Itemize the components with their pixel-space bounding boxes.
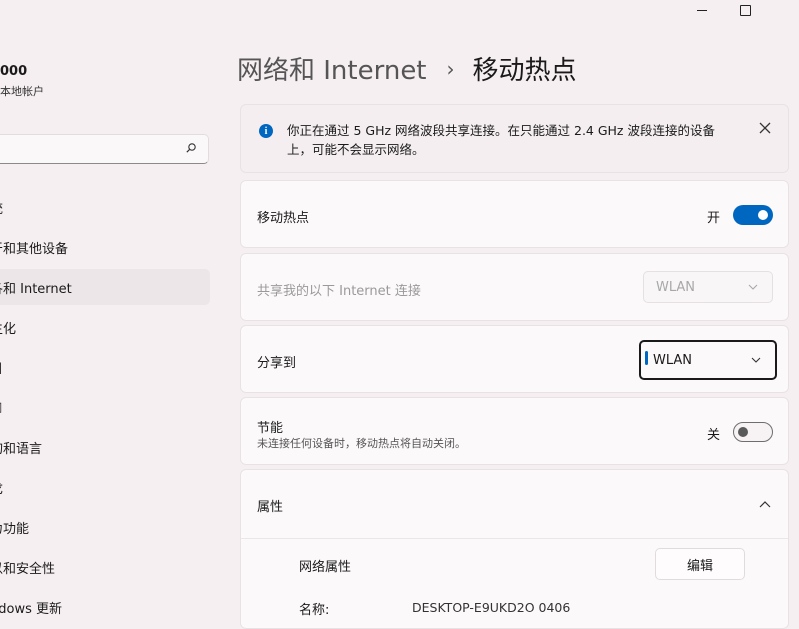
info-bar: i 你正在通过 5 GHz 网络波段共享连接。在只能通过 2.4 GHz 波段连… — [240, 104, 789, 173]
share-from-row: 共享我的以下 Internet 连接 WLAN — [240, 253, 789, 321]
power-saving-state-text: 关 — [707, 428, 721, 443]
network-properties-label: 网络属性 — [299, 560, 352, 575]
sidebar-item-label: 力功能 — [0, 521, 30, 537]
maximize-button[interactable] — [725, 0, 765, 20]
sidebar-item-label: 各和 Internet — [0, 281, 72, 297]
network-name-label: 名称: — [299, 603, 330, 618]
power-saving-toggle[interactable] — [733, 422, 773, 442]
toggle-knob — [738, 427, 748, 437]
sidebar-item[interactable]: 旬和语言 — [0, 429, 210, 465]
properties-section: 属性 网络属性 编辑 名称: DESKTOP-E9UKD2O 0406 — [240, 469, 789, 629]
sidebar-item[interactable]: 以和安全性 — [0, 549, 210, 585]
maximize-icon — [739, 4, 751, 16]
minimize-button[interactable] — [682, 0, 722, 20]
sidebar-item-label: 目 — [0, 358, 3, 377]
page-title: 网络和 Internet › 移动热点 — [237, 50, 577, 87]
sidebar-item-label: 生化 — [0, 321, 17, 337]
share-to-value: WLAN — [653, 352, 693, 368]
sidebar-item[interactable]: □ — [0, 389, 210, 425]
breadcrumb-network-internet[interactable]: 网络和 Internet — [237, 50, 427, 87]
sidebar-item[interactable]: 统 — [0, 189, 210, 225]
share-to-select[interactable]: WLAN — [639, 340, 777, 380]
chevron-down-icon — [751, 357, 761, 363]
sidebar-item[interactable]: 力功能 — [0, 509, 210, 545]
sidebar-item[interactable]: 牙和其他设备 — [0, 229, 210, 265]
info-icon: i — [259, 124, 273, 138]
edit-button[interactable]: 编辑 — [655, 548, 745, 580]
sidebar-item[interactable]: 目 — [0, 349, 210, 385]
share-to-label: 分享到 — [257, 356, 297, 371]
power-saving-label: 节能 — [257, 421, 284, 436]
chevron-up-icon[interactable] — [759, 500, 771, 508]
selection-accent — [645, 351, 648, 365]
power-saving-row: 节能 未连接任何设备时，移动热点将自动关闭。 关 — [240, 397, 789, 465]
info-text: 你正在通过 5 GHz 网络波段共享连接。在只能通过 2.4 GHz 波段连接的… — [287, 123, 715, 157]
sidebar-item-label: 以和安全性 — [0, 561, 56, 577]
sidebar-item-label: 牙和其他设备 — [0, 241, 69, 257]
chevron-down-icon — [748, 284, 758, 290]
sidebar-item-label: 旬和语言 — [0, 441, 43, 457]
hotspot-toggle[interactable] — [733, 205, 773, 225]
toggle-knob — [758, 210, 768, 220]
network-name-value: DESKTOP-E9UKD2O 0406 — [412, 600, 571, 615]
minimize-icon — [697, 9, 707, 11]
sidebar-item[interactable]: 生化 — [0, 309, 210, 345]
share-from-value: WLAN — [656, 279, 696, 295]
sidebar-item[interactable]: 戈 — [0, 469, 210, 505]
hotspot-row: 移动热点 开 — [240, 180, 789, 248]
hotspot-label: 移动热点 — [257, 211, 310, 226]
user-account-type: 本地帐户 — [0, 85, 44, 98]
sidebar-item-label: 统 — [0, 198, 3, 217]
share-from-label: 共享我的以下 Internet 连接 — [257, 284, 421, 299]
breadcrumb-current: 移动热点 — [472, 56, 577, 86]
share-from-select[interactable]: WLAN — [643, 271, 773, 303]
search-input[interactable] — [0, 134, 209, 164]
hotspot-state-text: 开 — [707, 211, 721, 226]
properties-label: 属性 — [257, 500, 284, 515]
sidebar-item-label: 戈 — [0, 478, 3, 497]
breadcrumb-separator: › — [446, 56, 455, 81]
user-name: 000 — [0, 64, 28, 79]
close-icon[interactable] — [758, 121, 772, 135]
sidebar-item[interactable]: 各和 Internet — [0, 269, 210, 305]
sidebar-item[interactable]: ndows 更新 — [0, 589, 210, 625]
share-to-row: 分享到 WLAN — [240, 325, 789, 393]
divider — [241, 538, 788, 539]
search-icon — [186, 143, 196, 153]
power-saving-description: 未连接任何设备时，移动热点将自动关闭。 — [257, 437, 466, 450]
sidebar-item-label: □ — [0, 400, 2, 415]
sidebar-item-label: ndows 更新 — [0, 601, 62, 617]
